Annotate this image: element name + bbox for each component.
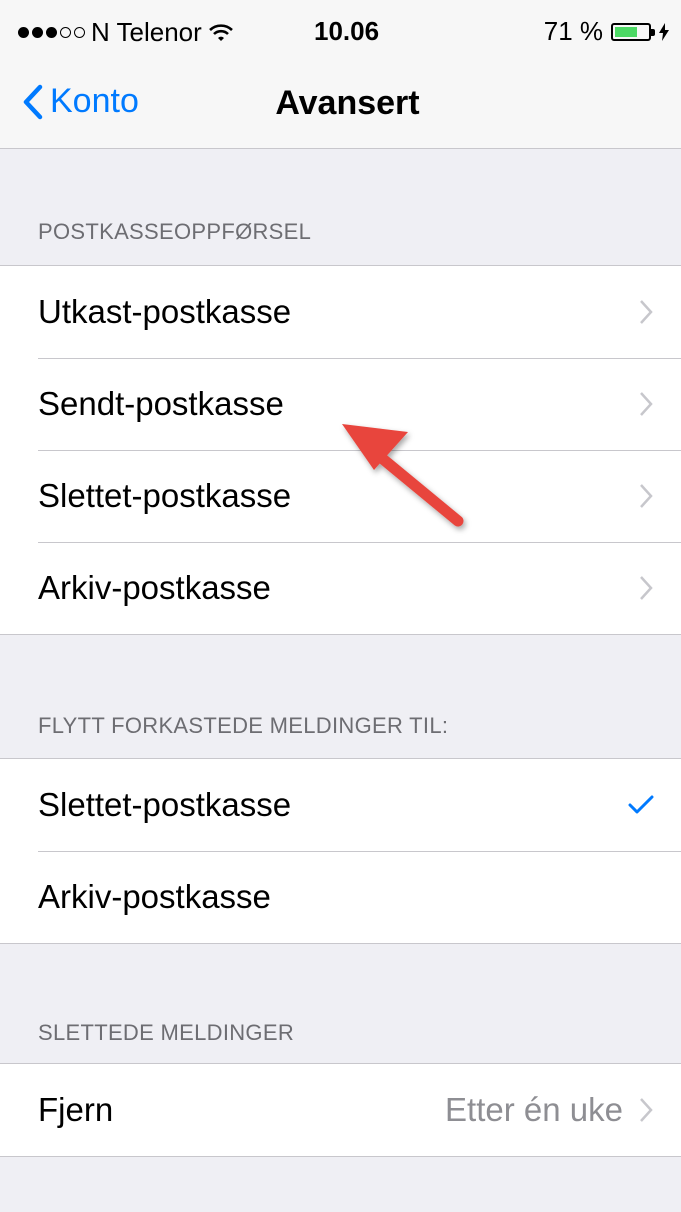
deleted-messages-group: Fjern Etter én uke (0, 1063, 681, 1157)
list-item-move-to-deleted[interactable]: Slettet-postkasse (0, 759, 681, 851)
chevron-right-icon (640, 576, 653, 600)
signal-strength-icon (18, 27, 85, 38)
status-time: 10.06 (314, 16, 380, 46)
list-item-label: Fjern (38, 1091, 114, 1128)
chevron-right-icon (640, 300, 653, 324)
list-item-drafts-mailbox[interactable]: Utkast-postkasse (0, 266, 681, 358)
list-item-label: Slettet-postkasse (38, 477, 292, 514)
section-header-mailbox-behavior: POSTKASSEOPPFØRSEL (38, 219, 312, 244)
chevron-right-icon (640, 484, 653, 508)
navigation-bar: Konto Avansert (0, 62, 681, 149)
section-header-move-discarded: FLYTT FORKASTEDE MELDINGER TIL: (38, 713, 449, 738)
status-bar: N Telenor 10.06 71 % (0, 0, 681, 62)
status-right: 71 % (544, 16, 669, 47)
list-item-archive-mailbox[interactable]: Arkiv-postkasse (0, 542, 681, 634)
page-title: Avansert (275, 84, 420, 122)
list-item-label: Slettet-postkasse (38, 786, 292, 823)
move-discarded-group: Slettet-postkasse Arkiv-postkasse (0, 758, 681, 944)
checkmark-icon (628, 795, 654, 814)
list-item-sent-mailbox[interactable]: Sendt-postkasse (0, 358, 681, 450)
charging-bolt-icon (659, 22, 669, 41)
list-item-label: Sendt-postkasse (38, 385, 284, 422)
list-item-remove[interactable]: Fjern Etter én uke (0, 1064, 681, 1156)
carrier-name: N Telenor (91, 17, 202, 47)
chevron-right-icon (640, 1098, 653, 1122)
wifi-icon (208, 23, 233, 41)
list-item-label: Arkiv-postkasse (38, 878, 271, 915)
status-left: N Telenor (18, 17, 234, 48)
list-item-move-to-archive[interactable]: Arkiv-postkasse (0, 851, 681, 943)
list-item-deleted-mailbox[interactable]: Slettet-postkasse (0, 450, 681, 542)
chevron-right-icon (640, 392, 653, 416)
list-item-label: Arkiv-postkasse (38, 569, 271, 606)
section-header-deleted-messages: SLETTEDE MELDINGER (38, 1020, 295, 1045)
mailbox-behavior-group: Utkast-postkasse Sendt-postkasse Slettet… (0, 265, 681, 635)
list-item-detail: Etter én uke (445, 1091, 623, 1128)
list-item-label: Utkast-postkasse (38, 293, 292, 330)
battery-icon (611, 22, 655, 41)
battery-percent: 71 % (543, 16, 603, 46)
